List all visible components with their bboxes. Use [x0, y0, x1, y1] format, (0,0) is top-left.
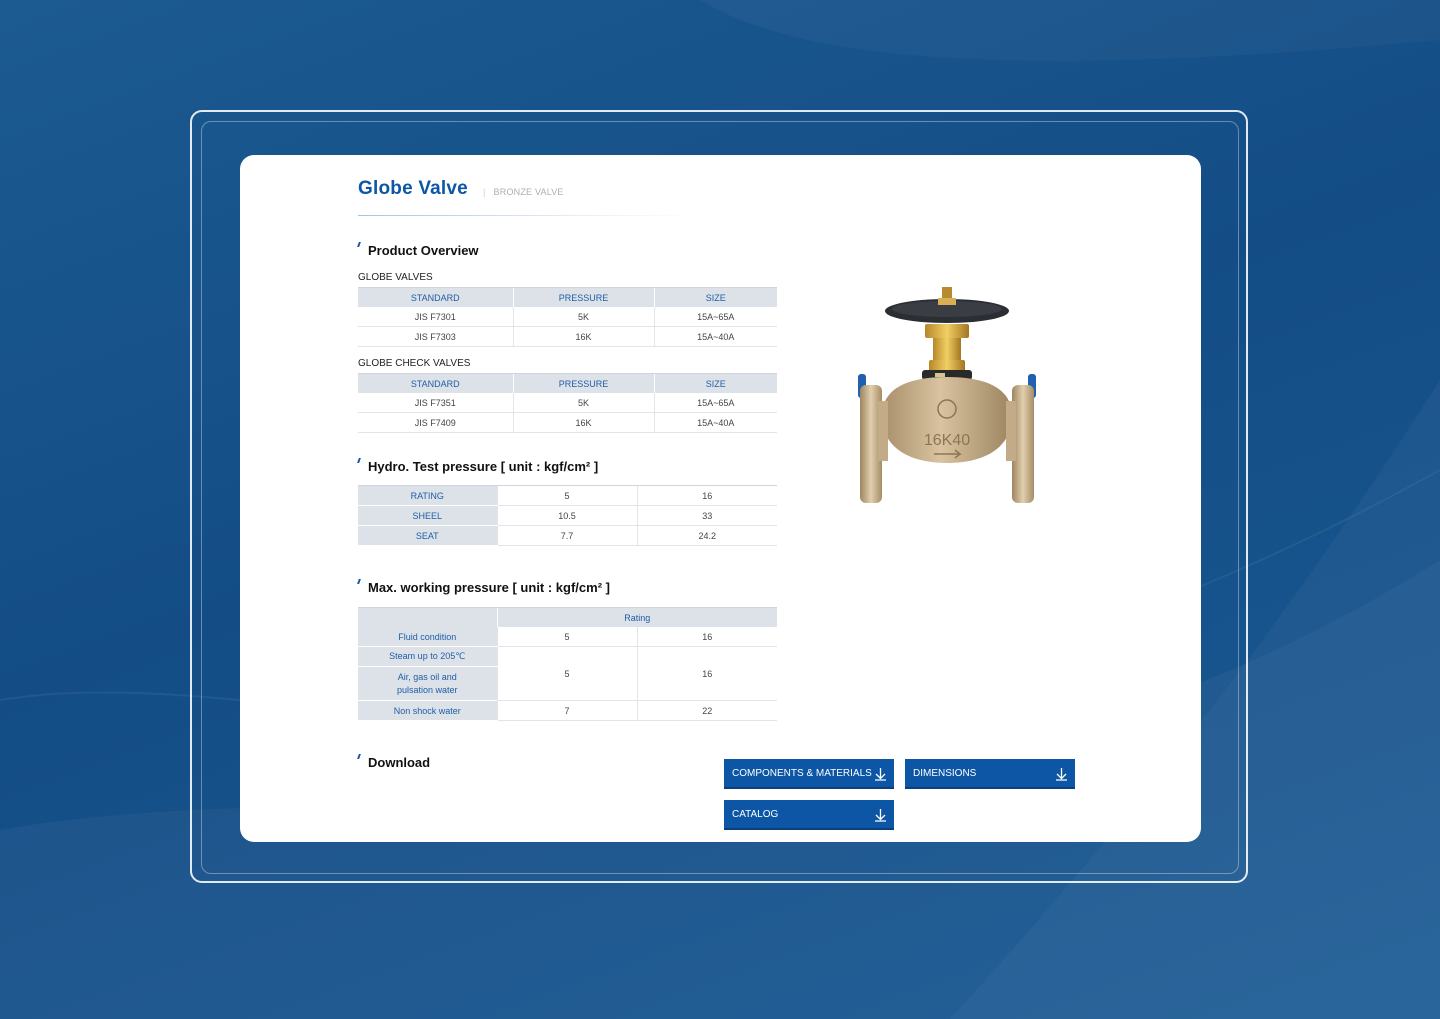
row-header: Fluid condition [358, 627, 497, 647]
table-cell: 16K [512, 326, 654, 347]
globe-valves-label: GLOBE VALVES [358, 272, 433, 283]
table-cell: 5K [512, 307, 654, 327]
row-header: RATING [358, 485, 497, 506]
product-overview-heading-text: Product Overview [368, 243, 479, 258]
rating-header: Rating [496, 607, 778, 627]
table-cell: 5 [496, 485, 637, 506]
hydro-test-heading: Hydro. Test pressure [ unit : kgf/cm² ] [357, 458, 599, 474]
download-icon [875, 809, 886, 822]
table-cell: 16 [636, 646, 778, 701]
table-cell: 15A~40A [653, 326, 777, 347]
heading-tick-icon [357, 458, 361, 463]
button-label: DIMENSIONS [913, 768, 977, 779]
column-header: SIZE [653, 287, 777, 307]
table-cell: JIS F7409 [358, 412, 513, 433]
heading-tick-icon [357, 242, 361, 247]
table-row: SHEEL 10.5 33 [358, 505, 777, 526]
table-cell: 22 [636, 700, 778, 721]
download-heading-text: Download [368, 755, 431, 770]
globe-valve-image: 16K40 [858, 287, 1036, 503]
column-header: STANDARD [358, 287, 513, 307]
hydro-test-table: RATING 5 16 SHEEL 10.5 33 SEAT 7.7 24.2 [358, 485, 777, 546]
table-header-row: STANDARD PRESSURE SIZE [358, 287, 777, 307]
table-cell: 5 [496, 646, 637, 701]
column-header: PRESSURE [512, 373, 654, 393]
column-header: STANDARD [358, 373, 513, 393]
button-label: CATALOG [732, 809, 779, 820]
table-row: JIS F7301 5K 15A~65A [358, 307, 777, 327]
globe-valves-table: STANDARD PRESSURE SIZE JIS F7301 5K 15A~… [358, 287, 777, 347]
row-header: SEAT [358, 525, 497, 546]
category-label: | BRONZE VALVE [483, 187, 564, 197]
button-label: COMPONENTS & MATERIALS [732, 768, 872, 779]
table-cell: 33 [636, 505, 777, 526]
table-cell: 7.7 [496, 525, 637, 546]
table-row: Fluid condition 5 16 [358, 627, 778, 647]
table-row: JIS F7409 16K 15A~40A [358, 412, 777, 433]
table-cell: 15A~65A [653, 393, 777, 413]
heading-tick-icon [357, 579, 361, 584]
download-heading: Download [357, 754, 431, 770]
corner-header [358, 607, 497, 627]
table-cell: 5 [496, 627, 637, 647]
row-header: Non shock water [358, 700, 497, 721]
valve-marking: 16K40 [924, 432, 970, 449]
max-working-heading: Max. working pressure [ unit : kgf/cm² ] [357, 579, 610, 595]
table-cell: 5K [512, 393, 654, 413]
title-separator: | [483, 187, 486, 197]
table-row: JIS F7303 16K 15A~40A [358, 326, 777, 347]
table-cell: 10.5 [496, 505, 637, 526]
table-cell: 15A~40A [653, 412, 777, 433]
table-row: JIS F7351 5K 15A~65A [358, 393, 777, 413]
catalog-download-button[interactable]: CATALOG [724, 800, 894, 830]
product-overview-heading: Product Overview [357, 242, 479, 258]
components-materials-download-button[interactable]: COMPONENTS & MATERIALS [724, 759, 894, 789]
table-row: Steam up to 205℃ 5 16 [358, 646, 778, 701]
page-title: Globe Valve [358, 178, 468, 199]
max-working-heading-text: Max. working pressure [ unit : kgf/cm² ] [368, 580, 610, 595]
heading-tick-icon [357, 754, 361, 759]
dimensions-download-button[interactable]: DIMENSIONS [905, 759, 1075, 789]
globe-check-valves-label: GLOBE CHECK VALVES [358, 358, 471, 369]
max-working-table: Rating Fluid condition 5 16 Steam up to … [358, 607, 778, 721]
row-header: SHEEL [358, 505, 497, 526]
table-row: SEAT 7.7 24.2 [358, 525, 777, 546]
table-cell: JIS F7303 [358, 326, 513, 347]
column-header: SIZE [653, 373, 777, 393]
globe-check-valves-table: STANDARD PRESSURE SIZE JIS F7351 5K 15A~… [358, 373, 777, 433]
table-row: Non shock water 7 22 [358, 700, 778, 721]
table-cell: 16 [636, 485, 777, 506]
table-header-row: STANDARD PRESSURE SIZE [358, 373, 777, 393]
table-cell: JIS F7351 [358, 393, 513, 413]
table-cell: 7 [496, 700, 637, 721]
title-underline [358, 215, 698, 216]
row-header: Steam up to 205℃ [358, 646, 497, 667]
download-icon [1056, 768, 1067, 781]
table-cell: 16 [636, 627, 778, 647]
table-row: RATING 5 16 [358, 485, 777, 506]
hydro-test-heading-text: Hydro. Test pressure [ unit : kgf/cm² ] [368, 459, 599, 474]
table-cell: 15A~65A [653, 307, 777, 327]
table-cell: JIS F7301 [358, 307, 513, 327]
column-header: PRESSURE [512, 287, 654, 307]
table-cell: 16K [512, 412, 654, 433]
category-text: BRONZE VALVE [493, 187, 564, 197]
table-cell: 24.2 [636, 525, 777, 546]
table-header-row: Rating [358, 607, 778, 627]
download-icon [875, 768, 886, 781]
product-card: Globe Valve | BRONZE VALVE Product Overvi… [240, 155, 1201, 842]
row-header: Air, gas oil and pulsation water [358, 666, 497, 701]
